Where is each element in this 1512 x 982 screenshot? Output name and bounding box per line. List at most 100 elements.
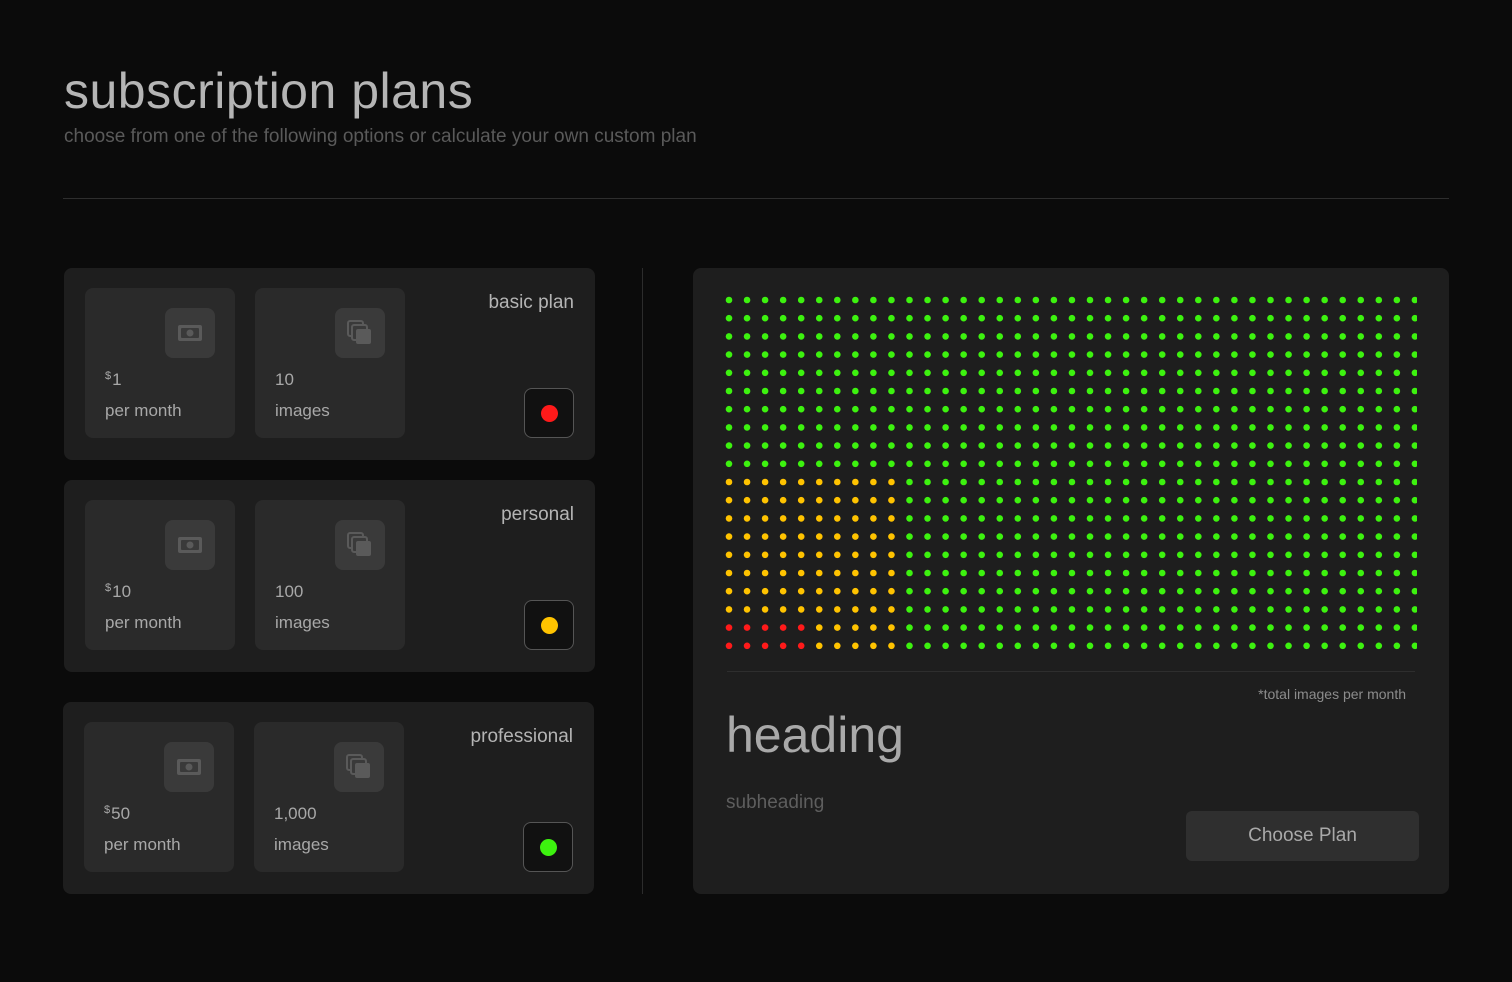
image-dot xyxy=(1014,478,1022,486)
image-dot xyxy=(942,442,949,449)
image-dot xyxy=(1122,533,1130,540)
image-dot xyxy=(1140,314,1148,322)
image-dot xyxy=(852,569,859,577)
image-dot xyxy=(1285,533,1292,540)
image-dot xyxy=(906,333,913,340)
image-dot xyxy=(815,442,823,449)
image-dot xyxy=(942,606,949,613)
image-dot xyxy=(1086,296,1094,304)
image-dot xyxy=(924,424,931,431)
image-dot xyxy=(1231,369,1238,377)
image-dot xyxy=(960,515,967,522)
image-dot xyxy=(1158,587,1166,595)
image-dot xyxy=(1086,642,1094,650)
image-dot xyxy=(870,496,877,504)
image-dot xyxy=(906,387,913,395)
image-dot xyxy=(996,387,1004,395)
image-dot xyxy=(1195,496,1202,504)
image-dot xyxy=(1393,624,1401,631)
image-dot xyxy=(1411,642,1417,650)
image-dot xyxy=(1231,296,1238,304)
image-dot xyxy=(1375,424,1383,431)
image-dot xyxy=(1213,333,1220,340)
image-dot xyxy=(1393,296,1401,304)
image-dot xyxy=(1375,333,1383,340)
image-dot xyxy=(1231,587,1238,595)
image-dot xyxy=(834,478,841,486)
plan-card-professional: $50 per month 1,000 images professional xyxy=(63,702,594,894)
image-dot xyxy=(888,478,895,486)
image-dot xyxy=(924,296,931,304)
image-dot xyxy=(797,642,805,650)
preview-subheading: subheading xyxy=(726,792,825,813)
image-dot xyxy=(1339,533,1346,540)
image-dot xyxy=(978,642,985,650)
image-dot xyxy=(1303,442,1310,449)
images-value: 10 xyxy=(275,370,294,389)
image-dot xyxy=(1104,387,1112,395)
image-dot xyxy=(761,515,769,522)
image-dot xyxy=(924,533,931,540)
image-dot xyxy=(1375,533,1383,540)
image-dot xyxy=(924,369,931,377)
image-dot xyxy=(1014,496,1022,504)
image-dot xyxy=(942,533,949,540)
image-dot xyxy=(978,606,985,613)
image-dot xyxy=(942,405,949,413)
image-dot xyxy=(978,460,985,468)
image-dot xyxy=(1014,642,1022,650)
image-dot xyxy=(1375,515,1383,522)
image-dot xyxy=(1321,551,1328,559)
image-dot xyxy=(996,624,1004,631)
image-dot xyxy=(1050,551,1058,559)
select-plan-professional-button[interactable] xyxy=(523,822,573,872)
image-dot xyxy=(1014,405,1022,413)
image-dot xyxy=(1140,624,1148,631)
image-dot xyxy=(1249,333,1256,340)
image-dot xyxy=(743,624,751,631)
choose-plan-button[interactable]: Choose Plan xyxy=(1186,811,1419,861)
image-dot xyxy=(834,296,841,304)
image-dot xyxy=(815,387,823,395)
image-dot xyxy=(1158,351,1166,358)
image-dot xyxy=(1285,515,1292,522)
image-dot xyxy=(870,424,877,431)
image-dot xyxy=(1231,424,1238,431)
image-dot xyxy=(888,642,895,650)
image-dot xyxy=(942,460,949,468)
image-dot xyxy=(725,387,733,395)
image-dot xyxy=(1032,606,1040,613)
image-dot xyxy=(1267,551,1274,559)
image-dot xyxy=(1303,587,1310,595)
image-dot xyxy=(761,442,769,449)
image-dot xyxy=(1068,515,1076,522)
image-dot xyxy=(870,515,877,522)
image-dot xyxy=(1357,314,1365,322)
select-plan-basic-button[interactable] xyxy=(524,388,574,438)
image-dot xyxy=(1357,369,1365,377)
image-dot xyxy=(1321,587,1328,595)
image-dot xyxy=(1393,587,1401,595)
image-dot xyxy=(743,424,751,431)
image-dot xyxy=(1393,551,1401,559)
image-dot xyxy=(1285,369,1292,377)
image-dot xyxy=(725,606,733,613)
image-dot xyxy=(1303,533,1310,540)
image-dot xyxy=(1176,424,1184,431)
image-dot xyxy=(743,478,751,486)
image-dot xyxy=(743,387,751,395)
image-dot xyxy=(1014,533,1022,540)
image-dot xyxy=(1393,569,1401,577)
image-dot xyxy=(996,442,1004,449)
image-dot xyxy=(1249,551,1256,559)
image-dot xyxy=(978,351,985,358)
image-dot xyxy=(924,405,931,413)
select-plan-personal-button[interactable] xyxy=(524,600,574,650)
image-dot xyxy=(1249,496,1256,504)
image-dot xyxy=(1231,624,1238,631)
image-dot xyxy=(870,624,877,631)
image-dot xyxy=(1411,533,1417,540)
image-dot xyxy=(1104,424,1112,431)
image-dot xyxy=(1140,551,1148,559)
image-dot xyxy=(1411,405,1417,413)
